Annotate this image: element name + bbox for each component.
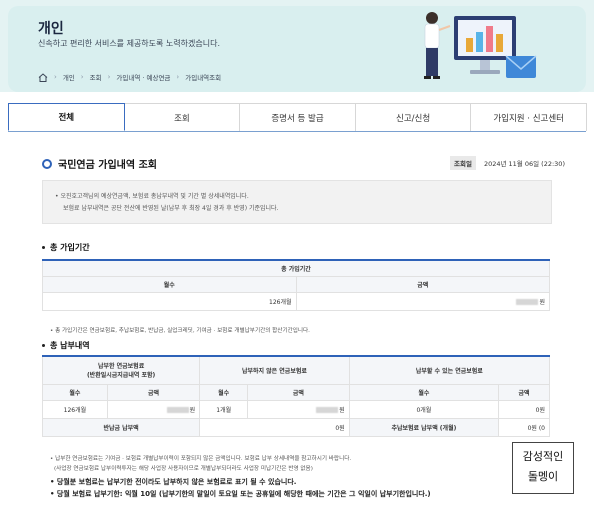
circle-bullet-icon [42,158,52,169]
payment-footnote-2: (사업장 연금보험료 납부이력투자는 해당 사업장 사용자이므로 개별납부되더라… [54,466,313,472]
group-payable: 납부할 수 있는 연금보험료 [348,355,551,385]
tab-support-center[interactable]: 가입지원 · 신고센터 [470,103,587,131]
tab-certificate[interactable]: 증명서 등 발급 [239,103,356,131]
payment-notice-2: • 당월 보험료 납부기한: 익월 10일 (납부기한의 말일이 토요일 또는 … [50,490,431,498]
col-amount: 금액 [498,383,550,401]
group-paid-line-1: 납부한 연금보험료 [97,363,145,371]
col-amount: 금액 [106,383,201,401]
chevron-right-icon: › [176,73,180,81]
col-months: 월수 [42,275,297,293]
period-title-text: 총 가입기간 [50,243,90,252]
payment-notice-1: • 당월분 보험료는 납부기한 전이라도 납부하지 않은 보험료로 표기 될 수… [50,478,297,486]
home-icon[interactable] [38,72,48,82]
payment-title-text: 총 납부내역 [50,341,90,350]
page-subtitle: 신속하고 편리한 서비스를 제공하도록 노력하겠습니다. [38,39,220,48]
masked-value [166,407,189,413]
extra-label: 추납보험료 납부액 (개월) [348,417,500,437]
person-monitor-illustration-icon [424,12,537,79]
bullet-icon [42,344,45,347]
chevron-right-icon: › [107,73,111,81]
tab-all[interactable]: 전체 [8,103,125,131]
unpaid-months: 1개월 [199,399,249,419]
col-months: 월수 [199,383,249,401]
chevron-right-icon: › [54,73,57,81]
breadcrumb-item-inquiry[interactable]: 조회 [90,72,102,82]
bullet-icon [42,246,45,249]
paid-months: 126개월 [42,399,108,419]
page-title: 개인 [38,21,64,37]
main-tabs: 전체 조회 증명서 등 발급 신고/신청 가입지원 · 신고센터 [8,103,587,132]
col-months: 월수 [42,383,108,401]
masked-value [316,407,339,413]
period-table: 총 가입기간 월수 금액 126개월 원 [42,259,550,311]
period-footnote: • 총 가입기간은 연금보험료, 추납보험료, 반납금, 실업크레딧, 기여금 … [50,328,310,334]
view-date: 조회일 2024년 11월 06일 (22:30) [450,156,565,170]
breadcrumb-item-subscription[interactable]: 가입내역 · 예상연금 [116,72,170,82]
payment-table: 납부한 연금보험료 (반환일시금지급내역 포함) 납부하지 않은 연금보험료 납… [41,355,551,437]
tab-report-apply[interactable]: 신고/신청 [354,103,472,131]
period-months: 126개월 [42,291,297,311]
watermark-line-2: 돌멩이 [527,470,559,483]
breadcrumb-item-current[interactable]: 가입내역조회 [185,72,221,82]
extra-value: 0원 (0 [498,417,550,437]
group-paid-line-2: (반환일시금지급내역 포함) [86,372,156,380]
period-table-header: 총 가입기간 [42,259,550,277]
group-paid: 납부한 연금보험료 (반환일시금지급내역 포함) [41,355,201,385]
notice-line-1: • 오진호고객님의 예상연금액, 보험료 총납부내역 및 기간 별 상세내역입니… [55,193,249,200]
group-unpaid: 납부하지 않은 연금보험료 [199,355,350,385]
watermark-stamp: 감성적인 돌멩이 [512,442,574,494]
tab-inquiry[interactable]: 조회 [123,103,241,131]
period-amount: 원 [295,291,550,311]
watermark-line-1: 감성적인 [522,450,564,463]
col-months: 월수 [348,383,500,401]
section-title: 국민연금 가입내역 조회 [42,156,157,171]
paid-amount: 원 [106,399,201,419]
breadcrumb: › 개인 › 조회 › 가입내역 · 예상연금 › 가입내역조회 [38,72,221,82]
col-amount: 금액 [247,383,350,401]
chevron-right-icon: › [80,73,84,81]
refund-value: 0원 [199,417,350,437]
payment-footnote-1: • 납부한 연금보험료는 기여금 · 보험료 개별납부이력이 포함되지 않은 금… [50,456,352,462]
notice-line-2: 보험료 납부내역은 공단 전산에 반영된 날(납부 후 최장 4일 경과 후 반… [63,205,279,212]
notice-box: • 오진호고객님의 예상연금액, 보험료 총납부내역 및 기간 별 상세내역입니… [42,180,552,224]
col-amount: 금액 [295,275,550,293]
breadcrumb-item-personal[interactable]: 개인 [63,72,75,82]
view-date-value: 2024년 11월 06일 (22:30) [483,160,565,168]
section-title-text: 국민연금 가입내역 조회 [58,160,157,171]
masked-value [516,299,539,305]
view-date-label: 조회일 [450,156,476,170]
unpaid-amount: 원 [247,399,350,419]
payable-amount: 0원 [498,399,550,419]
payment-title: 총 납부내역 [42,340,90,351]
period-title: 총 가입기간 [42,242,90,253]
refund-label: 반납금 납부액 [41,417,201,437]
payable-months: 0개월 [348,399,500,419]
